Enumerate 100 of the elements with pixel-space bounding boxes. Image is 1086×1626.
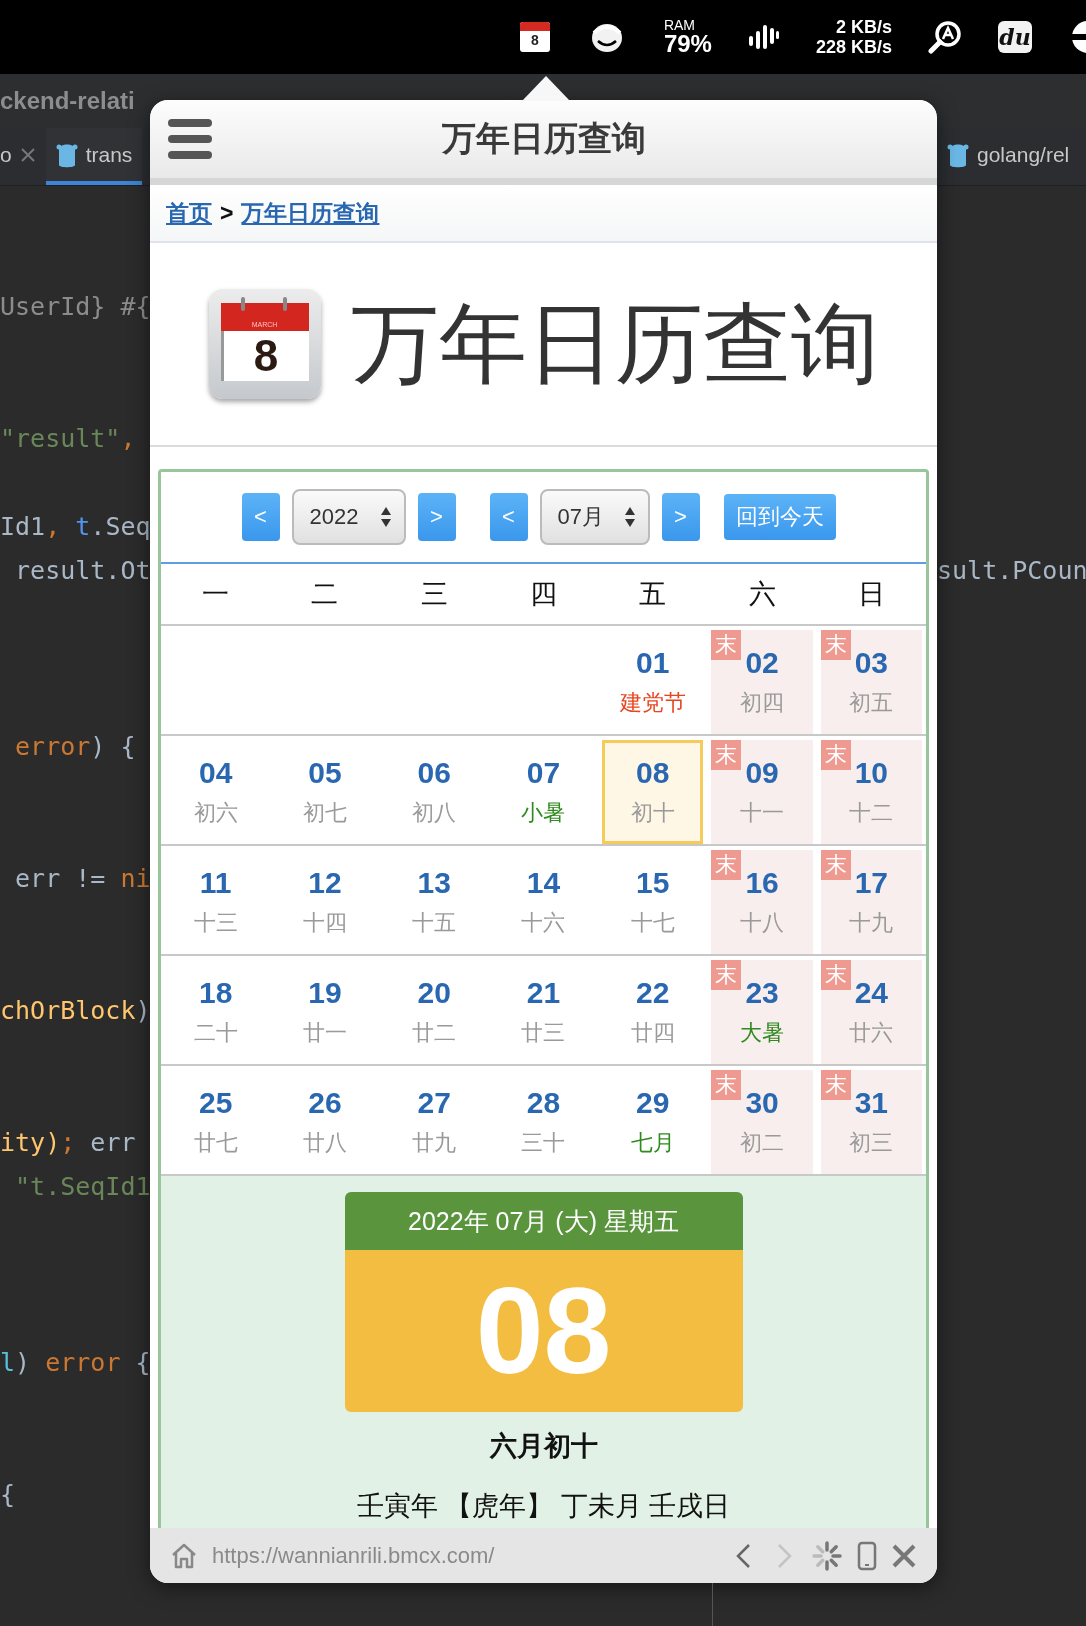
editor-tab[interactable]: o xyxy=(0,128,46,185)
day-cell[interactable]: 末 30 初二 xyxy=(711,1070,813,1174)
day-cell[interactable]: 末 02 初四 xyxy=(711,630,813,734)
date-number: 06 xyxy=(417,756,451,790)
date-card-day: 08 xyxy=(344,1250,743,1412)
date-number: 30 xyxy=(745,1086,779,1120)
weekend-badge: 末 xyxy=(711,630,742,660)
calendar-day: 8 xyxy=(531,31,539,50)
date-number: 31 xyxy=(854,1086,889,1120)
day-cell[interactable]: 末 31 初三 xyxy=(820,1070,922,1174)
code-line: ity); err xyxy=(0,1127,137,1157)
day-cell[interactable]: 20 廿二 xyxy=(383,960,485,1064)
code-line: l) error { xyxy=(0,1347,150,1377)
lunar-date: 十五 xyxy=(412,909,457,937)
weekday-label: 六 xyxy=(747,578,777,611)
date-card-header: 2022年 07月 (大) 星期五 xyxy=(344,1192,743,1250)
breadcrumb-separator: > xyxy=(220,199,234,227)
day-cell[interactable]: 26 廿八 xyxy=(274,1070,376,1174)
date-number: 18 xyxy=(198,976,233,1010)
year-select[interactable]: 2022 xyxy=(291,489,406,545)
editor-tab[interactable]: trans xyxy=(45,128,143,185)
weekday-label: 五 xyxy=(638,578,668,611)
ganzhi-text: 壬寅年 【虎年】 丁未月 壬戌日 xyxy=(356,1490,731,1523)
weekday-label: 日 xyxy=(856,578,886,611)
download-speed: 228 KB/s xyxy=(815,37,892,57)
menu-icon[interactable] xyxy=(168,119,212,159)
day-cell[interactable]: 19 廿一 xyxy=(274,960,376,1064)
day-cell[interactable]: 07 小暑 xyxy=(492,740,595,844)
day-cell[interactable]: 末 17 十九 xyxy=(820,850,922,954)
close-icon[interactable] xyxy=(891,1542,917,1569)
day-cell[interactable]: 15 十七 xyxy=(602,850,704,954)
day-cell[interactable]: 末 09 十一 xyxy=(711,740,813,844)
day-cell[interactable]: 18 二十 xyxy=(165,960,267,1064)
lunar-date: 初二 xyxy=(740,1129,785,1157)
day-cell[interactable]: 末 23 大暑 xyxy=(711,960,813,1064)
day-cell[interactable]: 25 廿七 xyxy=(165,1070,267,1174)
audio-bars-icon[interactable] xyxy=(747,22,780,52)
lunar-date: 初五 xyxy=(849,689,894,717)
lunar-date: 初六 xyxy=(193,799,238,827)
day-cell[interactable]: 末 16 十八 xyxy=(711,850,813,954)
day-cell[interactable]: 29 七月 xyxy=(602,1070,704,1174)
code-line: UserId} #{ xyxy=(0,291,150,321)
day-cell[interactable]: 27 廿九 xyxy=(383,1070,485,1174)
lunar-date: 初七 xyxy=(302,799,347,827)
day-cell[interactable]: 06 初八 xyxy=(383,740,485,844)
weekday-label: 二 xyxy=(310,578,340,611)
day-cell[interactable]: 22 廿四 xyxy=(602,960,704,1064)
day-cell[interactable]: 04 初六 xyxy=(165,740,267,844)
day-cell[interactable]: 21 廿三 xyxy=(492,960,595,1064)
day-cell[interactable]: 28 三十 xyxy=(492,1070,595,1174)
day-cell[interactable]: 12 十四 xyxy=(274,850,376,954)
calendar-icon[interactable]: 8 xyxy=(519,22,550,52)
day-cell[interactable]: 末 24 廿六 xyxy=(820,960,922,1064)
day-cell[interactable]: 01 建党节 xyxy=(602,630,704,734)
day-cell[interactable]: 末 03 初五 xyxy=(820,630,922,734)
date-number: 27 xyxy=(417,1086,451,1120)
day-cell[interactable]: 11 十三 xyxy=(165,850,267,954)
date-number: 10 xyxy=(854,756,889,790)
day-cell[interactable]: 末 10 十二 xyxy=(820,740,922,844)
close-icon[interactable] xyxy=(19,146,36,163)
logo-day: 8 xyxy=(253,331,279,381)
lunar-date: 廿八 xyxy=(302,1129,347,1157)
date-number: 07 xyxy=(526,756,561,790)
breadcrumb-link[interactable]: 万年日历查询 xyxy=(241,197,380,229)
lunar-date: 十八 xyxy=(740,909,785,937)
head-icon[interactable] xyxy=(589,21,624,53)
home-icon[interactable] xyxy=(170,1541,198,1570)
date-number: 14 xyxy=(526,866,561,900)
lunar-date: 小暑 xyxy=(521,799,566,827)
day-cell[interactable]: 14 十六 xyxy=(492,850,595,954)
ram-value: 79% xyxy=(663,32,712,56)
lunar-date: 三十 xyxy=(521,1129,566,1157)
window-title: ckend-relati xyxy=(0,87,135,115)
day-cell[interactable]: 05 初七 xyxy=(274,740,376,844)
day-cell[interactable]: 13 十五 xyxy=(383,850,485,954)
lunar-date: 十六 xyxy=(521,909,566,937)
breadcrumb-link[interactable]: 首页 xyxy=(166,197,212,229)
search-icon[interactable] xyxy=(928,20,962,54)
editor-tab[interactable]: golang/rel xyxy=(937,128,1080,185)
sort-arrows-icon xyxy=(623,506,636,528)
date-number: 02 xyxy=(745,646,779,680)
month-select[interactable]: 07月 xyxy=(539,489,650,545)
day-cell[interactable]: 08 初十 xyxy=(602,740,704,844)
loading-icon[interactable] xyxy=(811,1539,843,1572)
code-line: sult.PCoun xyxy=(937,555,1086,585)
lunar-date: 廿三 xyxy=(521,1019,566,1047)
date-number: 08 xyxy=(636,756,670,790)
date-number: 09 xyxy=(745,756,779,790)
lunar-date: 十二 xyxy=(849,799,894,827)
app-icon[interactable]: du xyxy=(998,21,1032,53)
date-number: 16 xyxy=(745,866,779,900)
weekend-badge: 末 xyxy=(820,850,851,880)
date-number: 25 xyxy=(198,1086,233,1120)
date-number: 24 xyxy=(854,976,889,1010)
date-number: 13 xyxy=(417,866,451,900)
weekend-badge: 末 xyxy=(820,740,851,770)
ram-label: RAM xyxy=(663,18,697,32)
phone-icon[interactable] xyxy=(857,1540,877,1571)
lunar-date: 十一 xyxy=(740,799,785,827)
weekday-label: 三 xyxy=(419,578,449,611)
